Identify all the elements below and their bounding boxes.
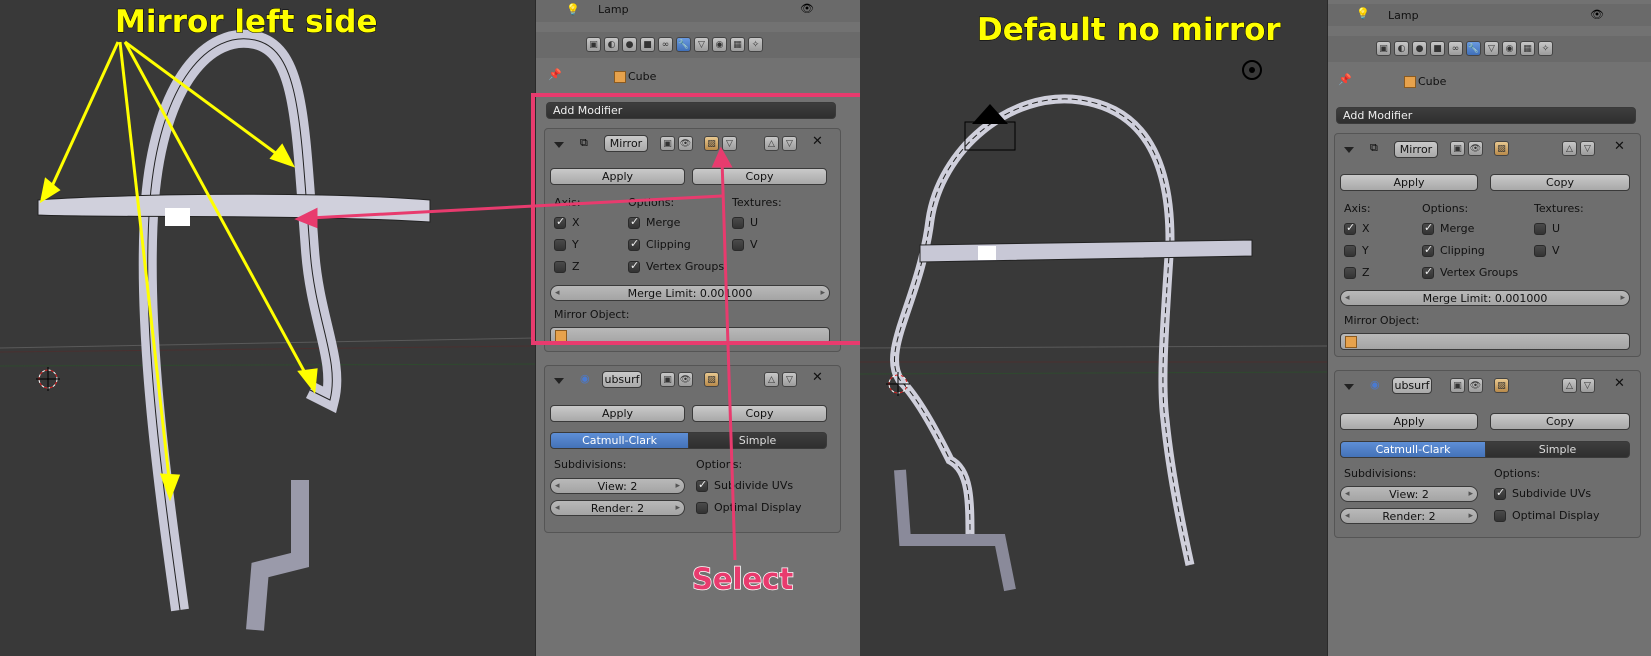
collapse-icon[interactable] bbox=[1344, 384, 1354, 390]
texture-v-label: V bbox=[1552, 244, 1560, 257]
render-toggle-icon[interactable]: ▣ bbox=[1450, 378, 1465, 393]
outliner-row: 💡 Lamp 👁 bbox=[1328, 4, 1651, 26]
view-levels-field[interactable]: View: 2 bbox=[1340, 486, 1478, 502]
mirror-modifier-icon: ⧉ bbox=[1370, 141, 1378, 154]
mirror-copy-button[interactable]: Copy bbox=[1490, 174, 1630, 191]
subdivide-uvs-checkbox[interactable] bbox=[1494, 486, 1506, 500]
modifiers-tab-icon[interactable]: 🔧 bbox=[1466, 41, 1481, 56]
texture-u-label: U bbox=[1552, 222, 1561, 235]
material-tab-icon[interactable]: ◉ bbox=[1502, 41, 1517, 56]
subdivide-uvs-label: Subdivide UVs bbox=[1512, 487, 1592, 500]
constraints-tab-icon[interactable]: ∞ bbox=[1448, 41, 1463, 56]
render-tab-icon[interactable]: ▣ bbox=[1376, 41, 1391, 56]
close-icon[interactable]: ✕ bbox=[1614, 139, 1625, 154]
editmode-toggle-icon[interactable]: ▨ bbox=[1494, 141, 1509, 156]
mirror-name-field[interactable]: Mirror bbox=[1394, 141, 1438, 158]
subsurf-modifier-icon: ◉ bbox=[1370, 378, 1380, 391]
axis-z-checkbox[interactable] bbox=[1344, 267, 1356, 279]
catmull-clark-button[interactable]: Catmull-Clark bbox=[1340, 441, 1486, 458]
vertex-groups-checkbox[interactable] bbox=[1422, 265, 1434, 279]
data-tab-icon[interactable]: ▽ bbox=[1484, 41, 1499, 56]
breadcrumb-object: Cube bbox=[1418, 75, 1447, 88]
texture-u-checkbox[interactable] bbox=[1534, 223, 1546, 235]
axis-label: Axis: bbox=[1344, 202, 1371, 215]
properties-panel-right[interactable]: 💡 Lamp 👁 ▣ ◐ ● ■ ∞ 🔧 ▽ ◉ ▦ ✧ 📌 Cube Add … bbox=[1327, 0, 1651, 656]
axis-z-label: Z bbox=[1362, 266, 1370, 279]
render-toggle-icon[interactable]: ▣ bbox=[1450, 141, 1465, 156]
viewport-toggle-icon[interactable]: 👁 bbox=[1468, 378, 1483, 393]
eye-icon[interactable]: 👁 bbox=[1590, 8, 1604, 21]
move-up-icon[interactable]: △ bbox=[1562, 378, 1577, 393]
subsurf-name-field[interactable]: ubsurf bbox=[1392, 377, 1432, 394]
merge-limit-field[interactable]: Merge Limit: 0.001000 bbox=[1340, 290, 1630, 306]
merge-checkbox[interactable] bbox=[1422, 221, 1434, 235]
select-annotation: Select bbox=[691, 561, 794, 597]
outliner-item-label[interactable]: Lamp bbox=[1388, 9, 1419, 22]
particles-tab-icon[interactable]: ✧ bbox=[1538, 41, 1553, 56]
axis-y-label: Y bbox=[1362, 244, 1369, 257]
move-down-icon[interactable]: ▽ bbox=[1580, 378, 1595, 393]
mirror-object-field[interactable] bbox=[1340, 333, 1630, 350]
subdivisions-label: Subdivisions: bbox=[1344, 467, 1417, 480]
collapse-icon[interactable] bbox=[1344, 147, 1354, 153]
optimal-display-checkbox[interactable] bbox=[1494, 510, 1506, 522]
viewport-toggle-icon[interactable]: 👁 bbox=[1468, 141, 1483, 156]
textures-label: Textures: bbox=[1534, 202, 1584, 215]
optimal-display-label: Optimal Display bbox=[1512, 509, 1600, 522]
clipping-checkbox[interactable] bbox=[1422, 243, 1434, 257]
axis-x-checkbox[interactable] bbox=[1344, 221, 1356, 235]
move-down-icon[interactable]: ▽ bbox=[1580, 141, 1595, 156]
render-levels-field[interactable]: Render: 2 bbox=[1340, 508, 1478, 524]
cube-icon bbox=[1404, 76, 1416, 88]
simple-button[interactable]: Simple bbox=[1485, 441, 1630, 458]
texture-tab-icon[interactable]: ▦ bbox=[1520, 41, 1535, 56]
merge-label: Merge bbox=[1440, 222, 1475, 235]
mirror-apply-button[interactable]: Apply bbox=[1340, 174, 1478, 191]
cube-icon bbox=[1345, 335, 1357, 348]
options-label: Options: bbox=[1422, 202, 1469, 215]
world-tab-icon[interactable]: ● bbox=[1412, 41, 1427, 56]
editmode-toggle-icon[interactable]: ▨ bbox=[1494, 378, 1509, 393]
texture-v-checkbox[interactable] bbox=[1534, 245, 1546, 257]
viewport-right[interactable]: Default no mirror bbox=[860, 0, 1327, 656]
mirror-object-label: Mirror Object: bbox=[1344, 314, 1420, 327]
properties-tabs: ▣ ◐ ● ■ ∞ 🔧 ▽ ◉ ▦ ✧ bbox=[1328, 36, 1651, 62]
subsurf-options-label: Options: bbox=[1494, 467, 1541, 480]
default-no-mirror-annotation: Default no mirror bbox=[977, 12, 1282, 49]
subsurf-apply-button[interactable]: Apply bbox=[1340, 413, 1478, 430]
move-up-icon[interactable]: △ bbox=[1562, 141, 1577, 156]
viewport-right-canvas bbox=[860, 60, 1327, 592]
axis-y-checkbox[interactable] bbox=[1344, 245, 1356, 257]
scene-tab-icon[interactable]: ◐ bbox=[1394, 41, 1409, 56]
clipping-label: Clipping bbox=[1440, 244, 1485, 257]
close-icon[interactable]: ✕ bbox=[1614, 376, 1625, 391]
object-tab-icon[interactable]: ■ bbox=[1430, 41, 1445, 56]
vertex-groups-label: Vertex Groups bbox=[1440, 266, 1519, 279]
pin-icon[interactable]: 📌 bbox=[1338, 73, 1352, 86]
add-modifier-dropdown[interactable]: Add Modifier bbox=[1336, 107, 1636, 124]
lamp-icon: 💡 bbox=[1356, 7, 1370, 20]
axis-x-label: X bbox=[1362, 222, 1370, 235]
subsurf-copy-button[interactable]: Copy bbox=[1490, 413, 1630, 430]
